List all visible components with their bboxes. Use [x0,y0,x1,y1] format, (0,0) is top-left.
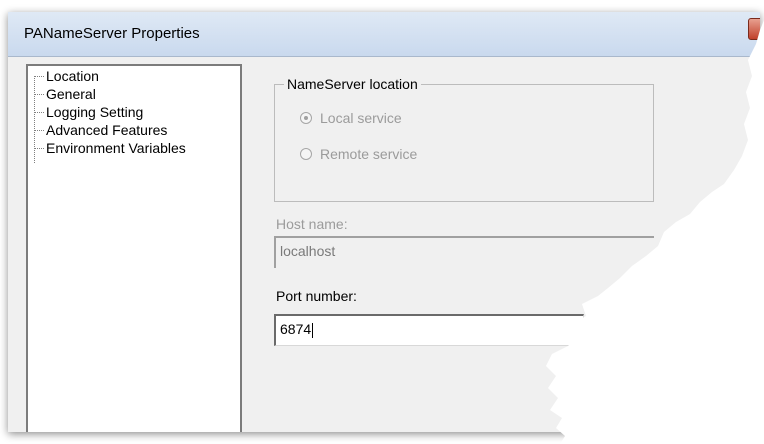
torn-edge-overlay [546,0,764,444]
